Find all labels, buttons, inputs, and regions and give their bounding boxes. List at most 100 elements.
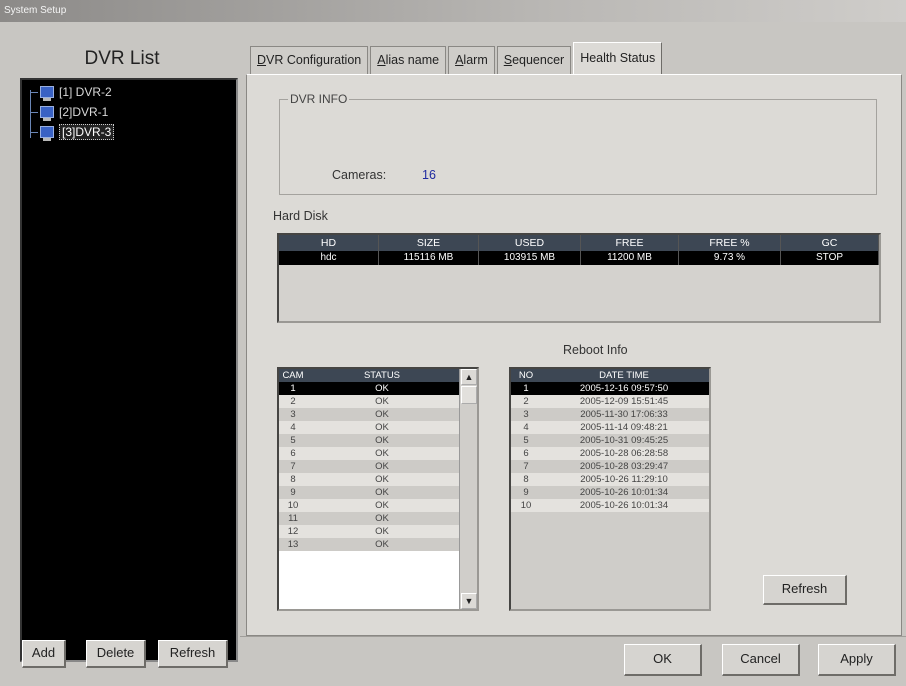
list-item[interactable]: 8 2005-10-26 11:29:10 [511,473,709,486]
list-cell: 1 [290,383,296,394]
list-cell: 2005-10-26 10:01:34 [579,500,669,511]
list-cell: 2005-12-16 09:57:50 [579,383,669,394]
tab-label: equencer [512,53,565,67]
camera-status-list[interactable]: CAM STATUS 1 OK 2 OK 3 OK 4 OK 5 OK 6 OK 7 OK 8 OK 9 OK 10… [277,367,479,611]
list-item[interactable]: 1 2005-12-16 09:57:50 [511,382,709,395]
list-item[interactable]: 7 2005-10-28 03:29:47 [511,460,709,473]
tree-item-dvr-3[interactable]: [3]DVR-3 [30,124,115,141]
camera-status-rows: 1 OK 2 OK 3 OK 4 OK 5 OK 6 OK 7 OK 8 OK 9 OK 10 OK 11 OK 12 OK 1… [279,382,477,551]
column-header: FREE % [679,235,781,251]
list-cell: OK [375,539,389,550]
list-cell: 4 [523,422,529,433]
monitor-icon [40,86,54,101]
list-item[interactable]: 8 OK [279,473,477,486]
list-cell: OK [375,383,389,394]
scroll-down-icon[interactable]: ▼ [461,593,477,609]
table-cell: 103915 MB [479,251,581,265]
list-item[interactable]: 6 2005-10-28 06:28:58 [511,447,709,460]
list-cell: 6 [290,448,296,459]
tab-accel: D [257,53,267,67]
list-cell: 5 [523,435,529,446]
list-cell: 10 [520,500,532,511]
hard-disk-table[interactable]: HD SIZE USED FREE FREE % GC hdc 115116 M… [277,233,881,323]
list-item[interactable]: 2 OK [279,395,477,408]
tab-dvr-configuration[interactable]: DVR Configuration [250,46,369,74]
tree-item-label: [3]DVR-3 [59,124,115,140]
list-cell: 2005-10-26 10:01:34 [579,487,669,498]
list-cell: 2005-10-26 11:29:10 [580,474,668,485]
scroll-up-icon[interactable]: ▲ [461,369,477,385]
reboot-info-title: Reboot Info [563,343,628,357]
column-header: NO [518,370,534,381]
apply-button[interactable]: Apply [818,644,896,676]
list-cell: 11 [288,513,298,524]
list-cell: 2005-12-09 15:51:45 [579,396,669,407]
tab-label: lias name [385,53,440,67]
monitor-icon [40,126,54,141]
list-item[interactable]: 10 2005-10-26 10:01:34 [511,499,709,512]
dvr-tree[interactable]: [1] DVR-2 [2]DVR-1 [3]DVR-3 [20,78,238,662]
table-cell: 115116 MB [379,251,479,265]
list-cell: OK [375,526,389,537]
dvr-list-refresh-button[interactable]: Refresh [158,640,228,668]
list-cell: 7 [290,461,296,472]
tree-item-dvr-2[interactable]: [1] DVR-2 [30,84,112,101]
list-item[interactable]: 3 OK [279,408,477,421]
list-item[interactable]: 13 OK [279,538,477,551]
list-cell: 5 [290,435,296,446]
list-cell: 8 [290,474,296,485]
tree-item-dvr-1[interactable]: [2]DVR-1 [30,104,108,121]
tab-accel: A [377,53,386,67]
list-item[interactable]: 12 OK [279,525,477,538]
list-cell: 1 [523,383,529,394]
camera-list-scrollbar[interactable]: ▲ ▼ [459,369,477,609]
add-button[interactable]: Add [22,640,66,668]
cameras-value: 16 [422,168,436,182]
column-header: CAM [282,370,304,381]
ok-button[interactable]: OK [624,644,702,676]
tab-sequencer[interactable]: Sequencer [496,46,572,74]
dvr-info-group: DVR INFO Cameras: 16 [279,92,877,195]
window-titlebar: System Setup [0,0,906,22]
cancel-button[interactable]: Cancel [722,644,800,676]
delete-button[interactable]: Delete [86,640,146,668]
reboot-info-rows: 1 2005-12-16 09:57:50 2 2005-12-09 15:51:45… [511,382,709,512]
list-item[interactable]: 4 OK [279,421,477,434]
reboot-info-list[interactable]: NO DATE TIME 1 2005-12-16 09:57:50 2 2005-1… [509,367,711,611]
list-cell: 13 [287,539,299,550]
list-cell: OK [375,435,389,446]
list-cell: 2005-11-14 09:48:21 [580,422,668,433]
list-item[interactable]: 3 2005-11-30 17:06:33 [511,408,709,421]
tab-alias-name[interactable]: Alias name [370,46,447,74]
cameras-label: Cameras: [332,168,387,182]
hard-disk-title: Hard Disk [273,209,328,223]
list-cell: 2005-10-28 03:29:47 [579,461,669,472]
list-item[interactable]: 10 OK [279,499,477,512]
dvr-list-heading: DVR List [84,48,160,69]
list-item[interactable]: 9 2005-10-26 10:01:34 [511,486,709,499]
tab-alarm[interactable]: Alarm [448,46,495,74]
tab-bar: DVR Configuration Alias name Alarm Seque… [250,42,664,74]
column-header: USED [479,235,581,251]
list-item[interactable]: 4 2005-11-14 09:48:21 [511,421,709,434]
list-item[interactable]: 9 OK [279,486,477,499]
monitor-icon [40,106,54,121]
list-cell: OK [375,448,389,459]
list-item[interactable]: 5 2005-10-31 09:45:25 [511,434,709,447]
table-cell: 9.73 % [679,251,781,265]
scroll-thumb[interactable] [461,386,477,404]
list-item[interactable]: 6 OK [279,447,477,460]
table-cell: STOP [781,251,879,265]
health-refresh-button[interactable]: Refresh [763,575,847,605]
tree-item-label: [1] DVR-2 [59,85,112,99]
list-item[interactable]: 7 OK [279,460,477,473]
column-header: STATUS [363,370,401,381]
tab-health-status[interactable]: Health Status [573,42,663,74]
dvr-info-title: DVR INFO [288,92,350,106]
tab-label: larm [463,53,488,67]
list-item[interactable]: 11 OK [279,512,477,525]
list-item[interactable]: 2 2005-12-09 15:51:45 [511,395,709,408]
list-item[interactable]: 5 OK [279,434,477,447]
table-row[interactable]: hdc 115116 MB 103915 MB 11200 MB 9.73 % … [279,251,879,265]
list-item[interactable]: 1 OK [279,382,477,395]
